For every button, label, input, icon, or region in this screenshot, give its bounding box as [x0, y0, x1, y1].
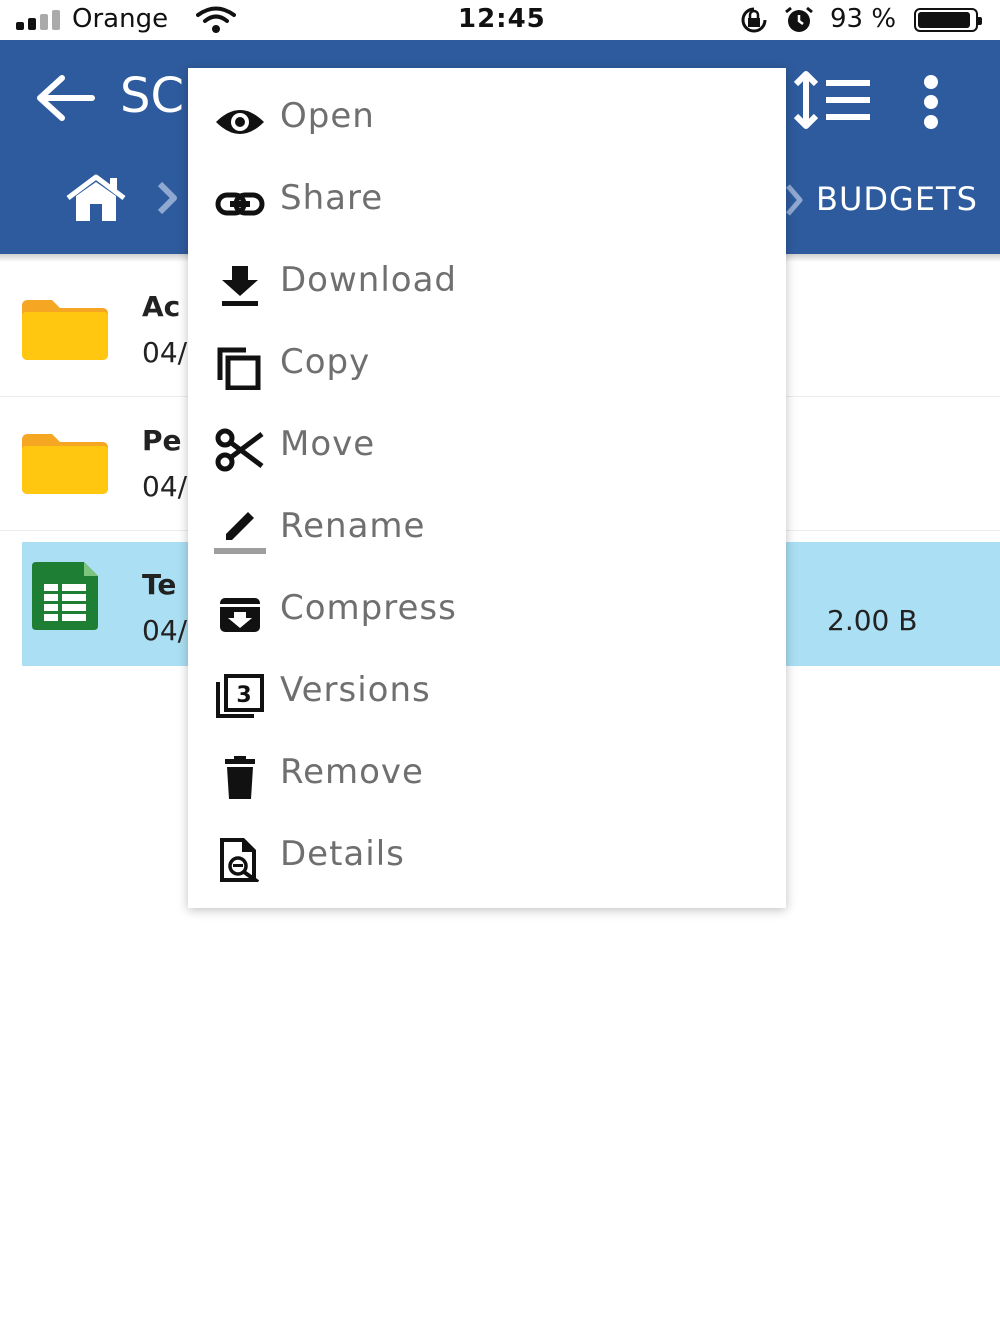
page-title: SC [120, 68, 184, 124]
file-name: Ac [142, 290, 181, 323]
back-arrow-icon[interactable] [32, 70, 98, 126]
archive-icon [220, 598, 260, 632]
spreadsheet-icon [32, 562, 98, 630]
menu-item-label: Versions [280, 670, 431, 710]
menu-item-label: Copy [280, 342, 371, 382]
menu-item-label: Download [280, 260, 458, 300]
menu-item-remove[interactable]: Remove [188, 736, 786, 818]
eye-icon [216, 110, 264, 134]
signal-icon [16, 10, 62, 30]
details-icon [220, 838, 260, 882]
trash-icon [225, 756, 255, 799]
menu-item-details[interactable]: Details [188, 818, 786, 900]
breadcrumb-chevron-icon [786, 184, 803, 216]
link-icon [215, 192, 265, 216]
file-name: Pe [142, 424, 182, 457]
menu-item-label: Move [280, 424, 376, 464]
folder-icon [22, 300, 108, 360]
menu-item-rename[interactable]: Rename [188, 490, 786, 572]
menu-item-label: Rename [280, 506, 426, 546]
context-menu: Open Share Download Copy Move Rename Com… [188, 68, 786, 908]
menu-item-label: Compress [280, 588, 457, 628]
carrier-name: Orange [72, 4, 169, 34]
download-icon [222, 266, 258, 306]
versions-icon: 3 [216, 674, 264, 718]
pencil-icon [214, 512, 266, 554]
folder-icon [22, 434, 108, 494]
file-size: 2.00 B [827, 604, 918, 637]
file-date: 04/ [142, 336, 188, 369]
more-options-icon[interactable] [914, 72, 948, 132]
file-date: 04/ [142, 470, 188, 503]
battery-fill [918, 12, 971, 28]
menu-item-label: Open [280, 96, 375, 136]
alarm-icon [785, 6, 813, 32]
file-name: Te [142, 568, 177, 601]
status-time: 12:45 [458, 4, 546, 34]
menu-item-copy[interactable]: Copy [188, 326, 786, 408]
menu-item-download[interactable]: Download [188, 244, 786, 326]
sort-icon[interactable] [790, 70, 880, 130]
rotation-lock-icon [741, 7, 767, 33]
menu-item-label: Share [280, 178, 384, 218]
menu-item-label: Details [280, 834, 405, 874]
wifi-icon [196, 6, 236, 33]
status-bar: Orange 12:45 93 % [0, 0, 1000, 40]
menu-item-label: Remove [280, 752, 424, 792]
breadcrumb-chevron-icon [157, 181, 177, 215]
breadcrumb-current[interactable]: BUDGETS [816, 180, 978, 218]
menu-item-share[interactable]: Share [188, 162, 786, 244]
menu-item-compress[interactable]: Compress [188, 572, 786, 654]
copy-icon [217, 347, 261, 390]
battery-percent: 93 % [830, 4, 897, 34]
file-date: 04/ [142, 614, 188, 647]
menu-item-move[interactable]: Move [188, 408, 786, 490]
menu-item-versions[interactable]: 3 Versions [188, 654, 786, 736]
home-icon[interactable] [64, 174, 128, 224]
svg-text:3: 3 [236, 683, 251, 708]
menu-item-open[interactable]: Open [188, 80, 786, 162]
battery-icon [914, 8, 982, 32]
scissors-icon [215, 428, 264, 472]
